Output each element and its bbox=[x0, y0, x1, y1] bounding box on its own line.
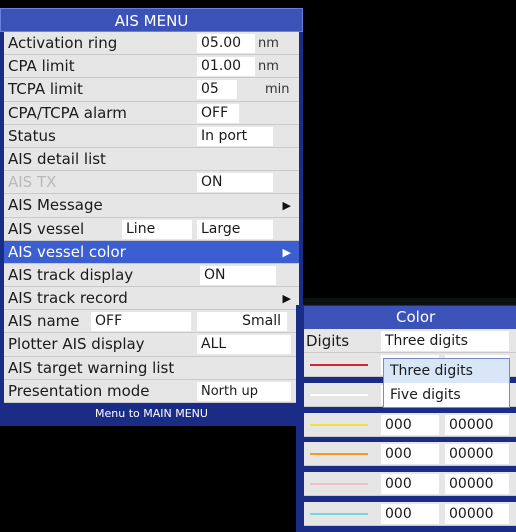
three-digit-value[interactable]: 000 bbox=[381, 444, 439, 465]
cpa-limit-item[interactable]: CPA limit 01.00 nm bbox=[4, 55, 299, 79]
ais-vessel-color-label: AIS vessel color bbox=[8, 242, 126, 261]
color-swatch-line[interactable] bbox=[310, 423, 368, 426]
tcpa-limit-value[interactable]: 05 bbox=[197, 80, 237, 100]
status-label: Status bbox=[8, 126, 56, 145]
ais-track-record-item[interactable]: AIS track record ▶ bbox=[4, 287, 299, 311]
cpa-tcpa-alarm-value[interactable]: OFF bbox=[197, 103, 239, 123]
ais-vessel-size-value[interactable]: Large bbox=[197, 219, 273, 239]
color-swatch-line[interactable] bbox=[310, 364, 368, 366]
cpa-limit-label: CPA limit bbox=[8, 57, 75, 76]
ais-message-item[interactable]: AIS Message ▶ bbox=[4, 194, 299, 218]
digits-label: Digits bbox=[306, 332, 350, 350]
ais-name-size-value[interactable]: Small bbox=[197, 312, 287, 332]
ais-vessel-label: AIS vessel bbox=[8, 219, 85, 238]
tcpa-limit-label: TCPA limit bbox=[8, 80, 83, 99]
ais-target-warning-list-item[interactable]: AIS target warning list bbox=[4, 356, 299, 380]
digits-dropdown[interactable]: Three digits Five digits bbox=[383, 358, 510, 408]
submenu-arrow-icon: ▶ bbox=[282, 245, 291, 259]
ais-menu-panel: AIS MENU Activation ring 05.00 nm CPA li… bbox=[0, 8, 303, 426]
cpa-tcpa-alarm-item[interactable]: CPA/TCPA alarm OFF bbox=[4, 101, 299, 125]
ais-track-display-item[interactable]: AIS track display ON bbox=[4, 263, 299, 288]
five-digit-value[interactable]: 00000 bbox=[445, 474, 509, 495]
color-swatch-line[interactable] bbox=[310, 393, 368, 396]
presentation-mode-label: Presentation mode bbox=[8, 381, 150, 400]
presentation-mode-value[interactable]: North up bbox=[197, 381, 291, 401]
plotter-ais-display-item[interactable]: Plotter AIS display ALL bbox=[4, 333, 299, 357]
color-swatch-line[interactable] bbox=[310, 513, 368, 515]
digits-select[interactable]: Three digits bbox=[381, 331, 509, 351]
menu-title: AIS MENU bbox=[0, 8, 303, 32]
five-digit-value[interactable]: 00000 bbox=[445, 444, 509, 465]
color-swatch-line[interactable] bbox=[310, 483, 368, 486]
color-row[interactable]: 00000000 bbox=[304, 472, 516, 497]
activation-ring-label: Activation ring bbox=[8, 34, 118, 52]
ais-track-record-label: AIS track record bbox=[8, 289, 128, 308]
plotter-ais-display-label: Plotter AIS display bbox=[8, 335, 145, 354]
ais-name-item[interactable]: AIS name OFF Small bbox=[4, 310, 299, 334]
ais-track-display-value[interactable]: ON bbox=[200, 265, 276, 285]
color-submenu-title: Color bbox=[304, 306, 516, 329]
plotter-ais-display-value[interactable]: ALL bbox=[197, 335, 291, 355]
ais-tx-item: AIS TX ON bbox=[4, 171, 299, 195]
ais-name-label: AIS name bbox=[8, 312, 80, 331]
ais-detail-list-item[interactable]: AIS detail list bbox=[4, 147, 299, 172]
ais-detail-list-label: AIS detail list bbox=[8, 149, 106, 168]
three-digit-value[interactable]: 000 bbox=[381, 474, 439, 495]
color-row[interactable]: 00000000 bbox=[304, 502, 516, 526]
ais-tx-label: AIS TX bbox=[8, 173, 57, 192]
color-swatch-line[interactable] bbox=[310, 453, 368, 456]
tcpa-limit-unit: min bbox=[265, 82, 290, 98]
ais-vessel-shape-value[interactable]: Line bbox=[122, 219, 192, 239]
ais-track-display-label: AIS track display bbox=[8, 265, 134, 284]
ais-vessel-color-item[interactable]: AIS vessel color ▶ bbox=[4, 240, 299, 264]
ais-target-warning-list-label: AIS target warning list bbox=[8, 358, 175, 377]
five-digit-value[interactable]: 00000 bbox=[445, 504, 509, 524]
ais-name-value[interactable]: OFF bbox=[91, 312, 191, 332]
digits-row[interactable]: Digits Three digits bbox=[304, 329, 516, 353]
menu-footer-hint: Menu to MAIN MENU bbox=[4, 403, 299, 426]
status-item[interactable]: Status In port bbox=[4, 124, 299, 148]
cpa-limit-unit: nm bbox=[258, 59, 279, 75]
tcpa-limit-item[interactable]: TCPA limit 05 min bbox=[4, 78, 299, 102]
dropdown-option-five-digits[interactable]: Five digits bbox=[384, 383, 509, 407]
activation-ring-unit: nm bbox=[258, 36, 279, 51]
ais-tx-value: ON bbox=[197, 173, 273, 193]
cpa-limit-value[interactable]: 01.00 bbox=[197, 57, 255, 77]
three-digit-value[interactable]: 000 bbox=[381, 504, 439, 524]
submenu-arrow-icon: ▶ bbox=[282, 199, 291, 213]
cpa-tcpa-alarm-label: CPA/TCPA alarm bbox=[8, 103, 127, 122]
ais-message-label: AIS Message bbox=[8, 196, 103, 215]
three-digit-value[interactable]: 000 bbox=[381, 414, 439, 435]
presentation-mode-item[interactable]: Presentation mode North up bbox=[4, 379, 299, 403]
activation-ring-value[interactable]: 05.00 bbox=[197, 34, 255, 53]
ais-vessel-item[interactable]: AIS vessel Line Large bbox=[4, 217, 299, 241]
submenu-arrow-icon: ▶ bbox=[282, 292, 291, 306]
activation-ring-item[interactable]: Activation ring 05.00 nm bbox=[4, 32, 299, 56]
five-digit-value[interactable]: 00000 bbox=[445, 414, 509, 435]
status-value[interactable]: In port bbox=[197, 126, 273, 146]
color-row[interactable]: 00000000 bbox=[304, 412, 516, 437]
color-submenu-panel: Color Digits Three digits 000 00000 000 000… bbox=[296, 305, 516, 532]
color-row[interactable]: 00000000 bbox=[304, 442, 516, 467]
dropdown-option-three-digits[interactable]: Three digits bbox=[384, 359, 509, 383]
